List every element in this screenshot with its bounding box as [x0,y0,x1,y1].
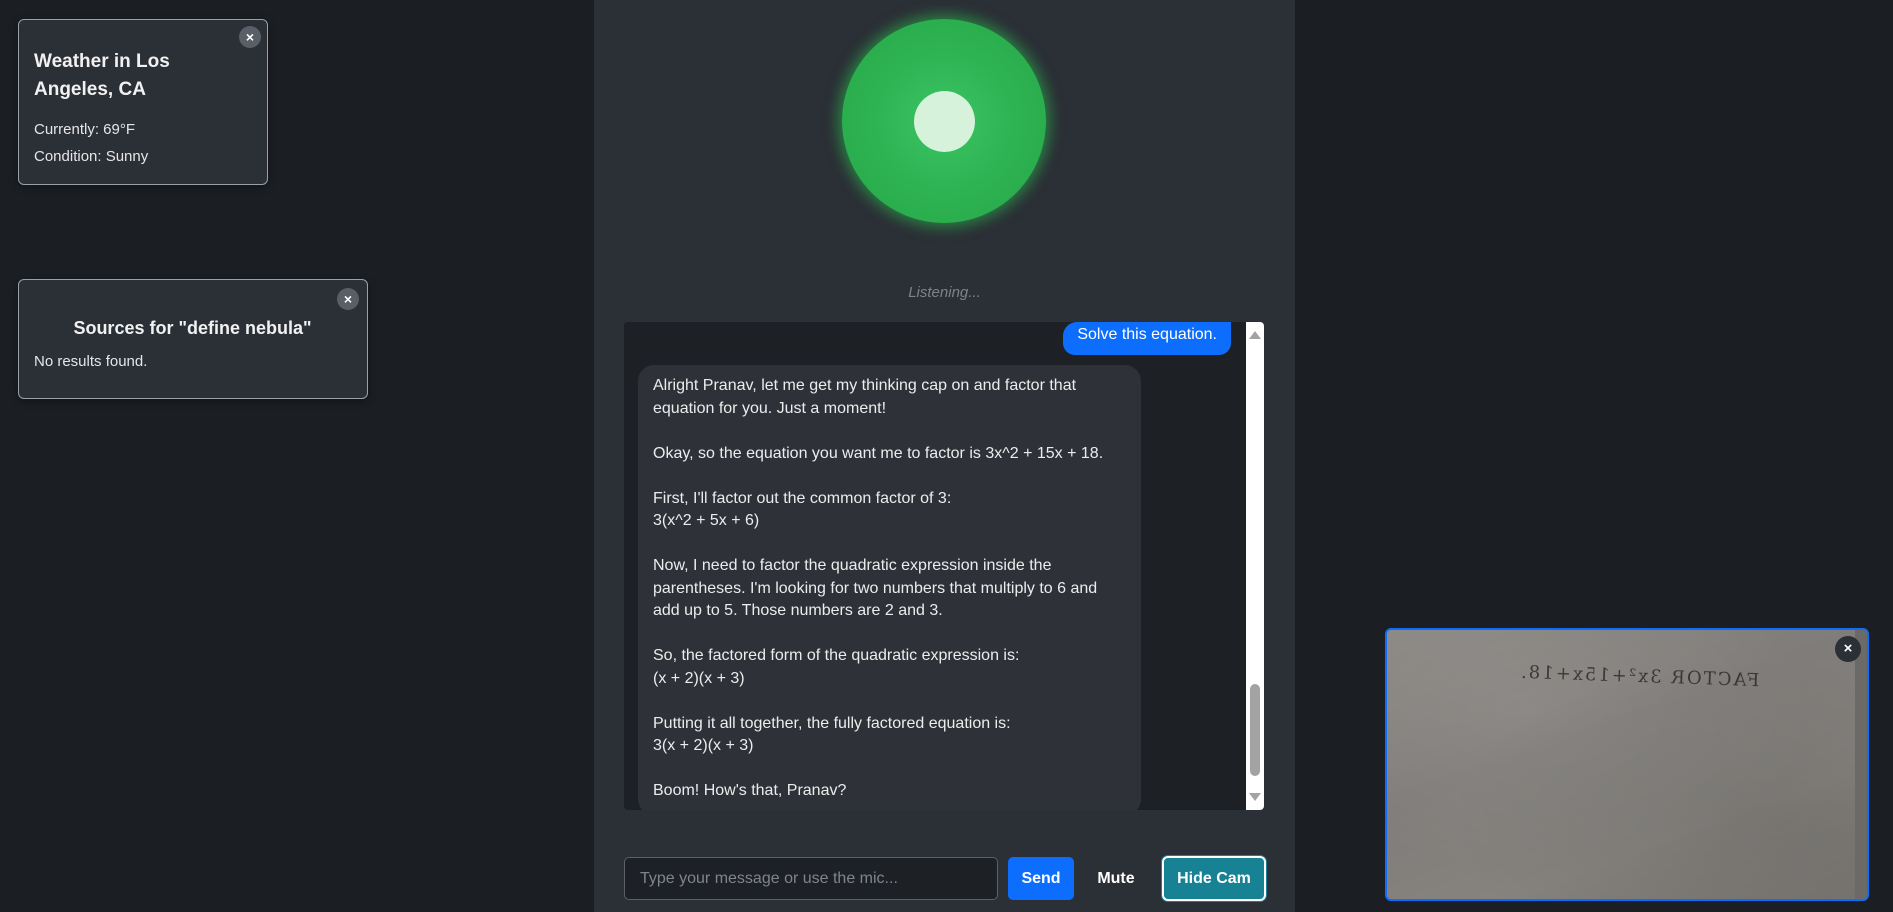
sources-widget: × Sources for "define nebula" No results… [18,279,368,399]
assistant-panel: Listening... Solve this equation. Alrigh… [594,0,1295,912]
send-button[interactable]: Send [1008,857,1074,900]
weather-title: Weather in Los Angeles, CA [34,51,170,100]
weather-currently: Currently: 69°F [34,121,136,138]
camera-close-icon[interactable]: × [1835,636,1861,662]
message-input[interactable] [624,857,998,900]
chat-scroll-area: Solve this equation. Alright Pranav, let… [624,322,1246,810]
sources-close-icon[interactable]: × [337,288,359,310]
message-input-row: Send Mute Hide Cam [624,856,1266,901]
sources-empty-text: No results found. [34,353,148,370]
scroll-up-arrow-icon[interactable] [1249,331,1261,339]
camera-paper-edge [1855,630,1867,899]
scrollbar-thumb[interactable] [1250,684,1260,776]
camera-preview: FACTOR 3x²+15x+18. × [1385,628,1869,901]
scroll-down-arrow-icon[interactable] [1249,793,1261,801]
weather-widget: × Weather in Los Angeles, CA Currently: … [18,19,268,185]
sources-title: Sources for "define nebula" [73,318,312,338]
assistant-message-bubble: Alright Pranav, let me get my thinking c… [638,365,1141,810]
listening-status: Listening... [908,284,981,301]
chat-log[interactable]: Solve this equation. Alright Pranav, let… [624,322,1264,810]
voice-orb-core [914,91,975,152]
chat-scrollbar[interactable] [1246,322,1264,810]
user-message-bubble: Solve this equation. [1063,322,1231,355]
mute-button[interactable]: Mute [1084,857,1148,900]
weather-close-icon[interactable]: × [239,26,261,48]
weather-condition: Condition: Sunny [34,148,149,165]
hide-cam-button[interactable]: Hide Cam [1162,856,1266,901]
